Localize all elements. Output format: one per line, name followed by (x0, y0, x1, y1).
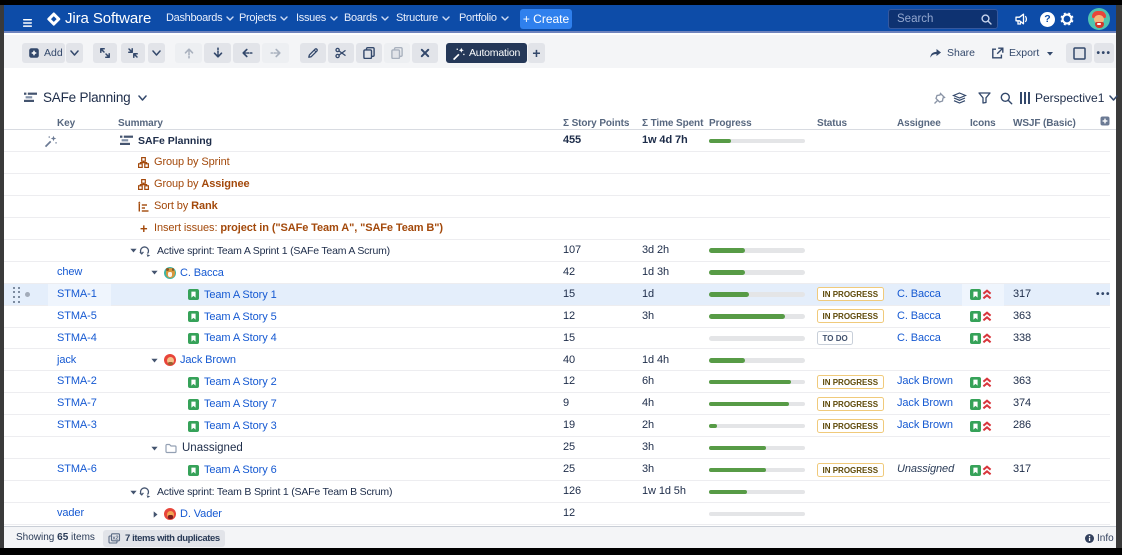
svg-text:x2: x2 (112, 535, 118, 541)
